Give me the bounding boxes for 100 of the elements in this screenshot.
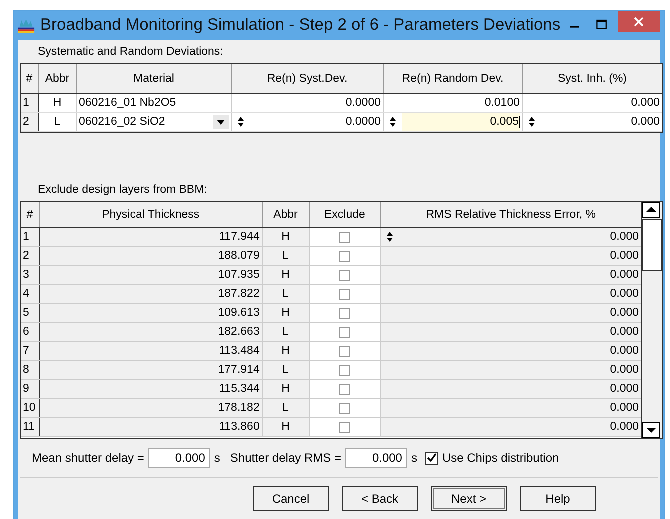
table-cell: 0.000 [381,342,641,360]
delay-rms-field[interactable]: 0.000 [345,448,408,468]
field-label: Mean shutter delay = [32,451,144,465]
table-cell: 0.0000 [232,94,384,112]
exclude-checkbox[interactable] [339,250,350,262]
scrollbar[interactable] [641,202,662,438]
table-cell: L [262,399,310,417]
table-cell: H [262,342,310,360]
table-cell: 0.000 [381,361,641,379]
column-header: Re(n) Random Dev. [384,64,523,93]
exclude-checkbox[interactable] [339,288,350,300]
row-number: 10 [21,399,40,417]
table-cell: 0.000 [381,266,641,284]
unit-label: s [411,451,418,465]
exclude-checkbox[interactable] [339,232,350,242]
table-cell: H [262,304,310,322]
table-cell: 115.344 [40,380,263,398]
row-number: 8 [21,361,40,379]
column-header: Syst. Inh. (%) [523,64,662,93]
column-header: Physical Thickness [40,202,263,227]
exclude-checkbox[interactable] [339,384,350,394]
table-cell: L [262,285,310,303]
column-header: Abbr [262,202,310,227]
app-icon [18,18,35,34]
table-cell: 178.182 [40,399,263,417]
row-number: 3 [21,266,40,284]
dialog-button[interactable]: < Back [342,486,418,511]
spinner-icon[interactable] [388,116,398,128]
material-dropdown[interactable]: 060216_02 SiO2 [77,113,232,131]
table-cell: 188.079 [40,247,263,265]
row-number: 11 [21,418,40,436]
table-cell[interactable]: 0.0000 [232,113,384,131]
table-cell: 0.000 [381,247,641,265]
table-cell: 113.484 [40,342,263,360]
column-header: Abbr [39,64,77,93]
column-header: RMS Relative Thickness Error, % [381,202,641,227]
table-cell: 0.000 [381,323,641,341]
close-icon [634,16,644,26]
checkbox-label[interactable]: Use Chips distribution [442,451,560,465]
scroll-down-icon[interactable] [642,422,661,438]
table-cell: H [262,380,310,398]
exclude-checkbox[interactable] [339,270,350,280]
table-cell: H [262,228,310,246]
table-cell[interactable]: 0.000 [381,228,641,246]
table-cell-text: 0.000 [630,96,661,111]
caret-icon[interactable] [213,115,229,129]
table-cell: H [39,94,77,112]
section-label: Exclude design layers from BBM: [38,184,208,196]
dialog-button[interactable]: Cancel [253,486,329,511]
dialog-button[interactable]: Help [520,486,596,511]
table-cell: H [262,418,310,436]
row-number: 4 [21,285,40,303]
row-number: 9 [21,380,40,398]
field-label: Shutter delay RMS = [230,451,342,465]
window-title: Broadband Monitoring Simulation - Step 2 of 6 - Parameters Deviations [40,16,561,35]
column-header: Exclude [310,202,382,227]
row-number: 1 [21,94,39,112]
table-cell: 0.0100 [384,94,523,112]
column-header: # [21,64,39,93]
row-number: 2 [21,247,40,265]
table-cell: L [262,323,310,341]
row-number: 6 [21,323,40,341]
table-cell: L [39,113,77,131]
unit-label: s [214,451,220,465]
exclude-checkbox[interactable] [339,326,350,338]
close-button[interactable] [618,11,660,32]
row-number: 7 [21,342,40,360]
table-cell: 109.613 [40,304,263,322]
section-label: Systematic and Random Deviations: [38,46,224,58]
table-cell: 0.000 [381,285,641,303]
table-cell: L [262,361,310,379]
table-cell: 187.822 [40,285,263,303]
scroll-thumb[interactable] [642,219,662,271]
table-cell: 117.944 [40,228,263,246]
table-cell: 0.000 [381,380,641,398]
dialog-button[interactable]: Next > [431,486,507,511]
spinner-icon[interactable] [385,231,396,243]
row-number: 5 [21,304,40,322]
table-cell: 182.663 [40,323,263,341]
exclude-checkbox[interactable] [339,422,350,432]
exclude-checkbox[interactable] [339,308,350,318]
exclude-checkbox[interactable] [339,346,350,356]
table-cell: 060216_01 Nb2O5 [77,94,232,112]
table-cell: 0.000 [381,304,641,322]
table-cell: L [262,247,310,265]
table-cell[interactable]: 0.000 [523,113,662,131]
column-header: Re(n) Syst.Dev. [232,64,384,93]
exclude-checkbox[interactable] [339,402,350,414]
row-number: 1 [21,228,40,246]
spinner-icon[interactable] [527,116,537,128]
chips-checkbox[interactable] [425,452,438,464]
mean-delay-field[interactable]: 0.000 [148,448,210,468]
table-cell: 113.860 [40,418,263,436]
table-cell: 107.935 [40,266,263,284]
row-number: 2 [21,113,39,131]
scroll-up-icon[interactable] [642,202,661,218]
spinner-icon[interactable] [236,116,246,128]
table-cell: H [262,266,310,284]
table-cell: 0.000 [381,399,641,417]
exclude-checkbox[interactable] [339,364,350,376]
